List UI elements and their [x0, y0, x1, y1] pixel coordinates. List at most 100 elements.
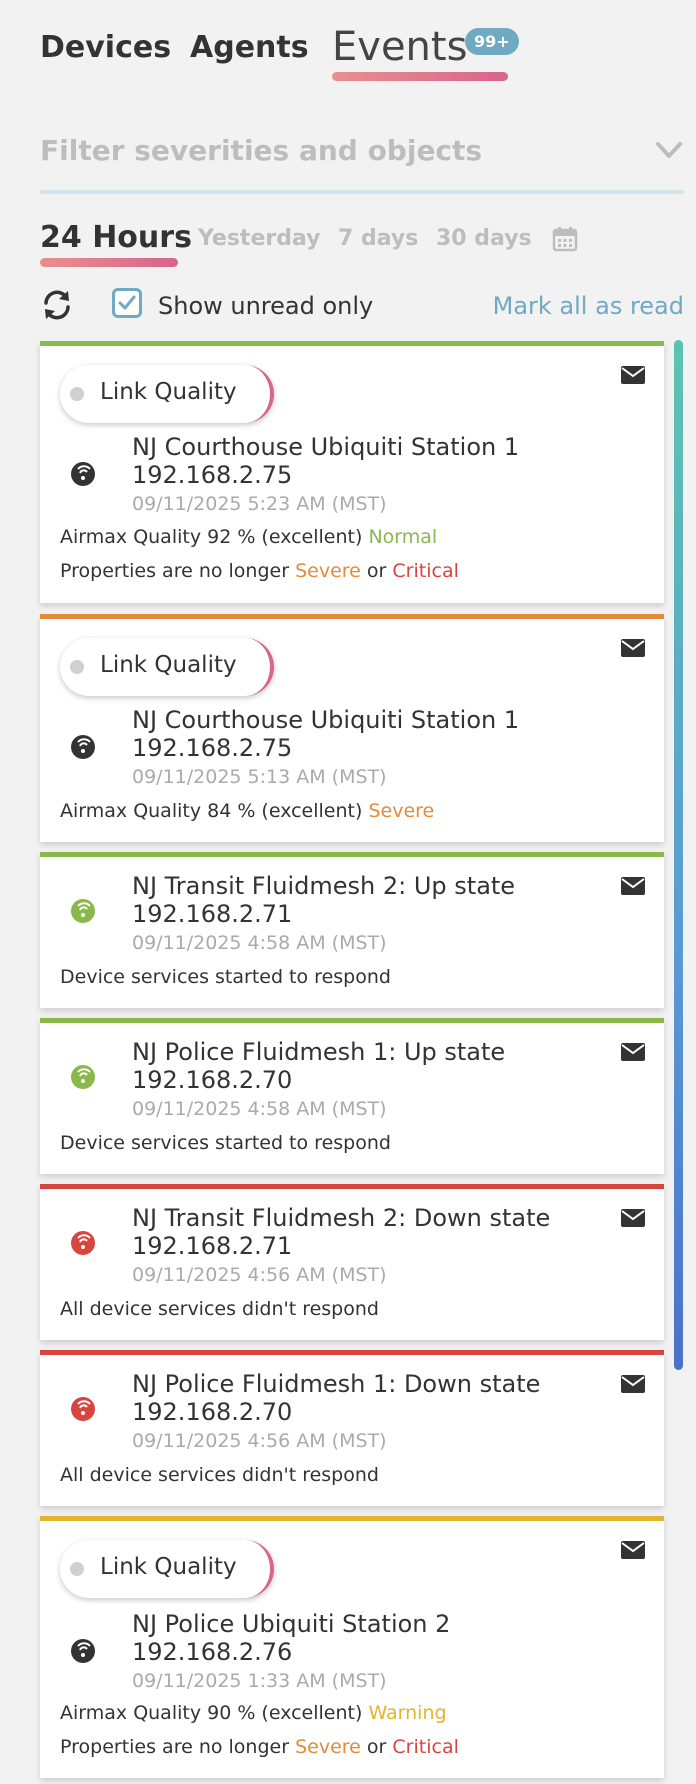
event-card[interactable]: NJ Transit Fluidmesh 2: Up state 192.168… — [40, 852, 664, 1008]
quality-text: Airmax Quality 84 % (excellent) — [60, 800, 363, 822]
range-24-hours[interactable]: 24 Hours — [40, 220, 192, 255]
tab-events[interactable]: Events — [332, 24, 467, 70]
properties-text: Properties are no longer — [60, 560, 290, 582]
status-label: Severe — [368, 800, 435, 822]
event-card[interactable]: NJ Police Fluidmesh 1: Up state 192.168.… — [40, 1018, 664, 1174]
mark-all-read-link[interactable]: Mark all as read — [493, 292, 684, 320]
event-card[interactable]: Link Quality NJ Courthouse Ubiquiti Stat… — [40, 614, 664, 842]
unread-dot — [70, 660, 84, 674]
envelope-icon[interactable] — [620, 1374, 646, 1394]
show-unread-label[interactable]: Show unread only — [158, 292, 373, 320]
event-time: 09/11/2025 5:13 AM (MST) — [132, 766, 387, 788]
event-list-scrollbar[interactable] — [674, 340, 683, 1370]
event-ip: 192.168.2.76 — [132, 1638, 293, 1666]
status-label: Normal — [368, 526, 438, 548]
wireless-device-icon — [71, 462, 95, 486]
event-description: Device services started to respond — [60, 1132, 391, 1154]
envelope-icon[interactable] — [620, 365, 646, 385]
wireless-device-icon — [71, 1065, 95, 1089]
tab-agents[interactable]: Agents — [190, 30, 309, 65]
event-ip: 192.168.2.70 — [132, 1398, 293, 1426]
event-type-pill: Link Quality — [60, 1540, 274, 1598]
envelope-icon[interactable] — [620, 876, 646, 896]
calendar-icon[interactable] — [552, 226, 578, 252]
event-ip: 192.168.2.70 — [132, 1066, 293, 1094]
active-range-indicator — [40, 258, 178, 267]
event-description: Airmax Quality 90 % (excellent) Warning — [60, 1702, 447, 1724]
active-tab-indicator — [332, 72, 508, 81]
event-title: NJ Transit Fluidmesh 2: Up state — [132, 872, 516, 900]
event-type-pill: Link Quality — [60, 638, 274, 696]
show-unread-checkbox[interactable] — [112, 288, 142, 318]
event-card[interactable]: NJ Transit Fluidmesh 2: Down state 192.1… — [40, 1184, 664, 1340]
severity-object-filter[interactable]: Filter severities and objects — [40, 130, 684, 194]
event-title: NJ Police Ubiquiti Station 2 — [132, 1610, 451, 1638]
events-count-badge: 99+ — [465, 28, 519, 55]
envelope-icon[interactable] — [620, 1042, 646, 1062]
quality-text: Airmax Quality 92 % (excellent) — [60, 526, 363, 548]
envelope-icon[interactable] — [620, 1540, 646, 1560]
event-time: 09/11/2025 5:23 AM (MST) — [132, 493, 387, 515]
event-time: 09/11/2025 1:33 AM (MST) — [132, 1670, 387, 1692]
envelope-icon[interactable] — [620, 638, 646, 658]
severe-label: Severe — [295, 560, 361, 582]
event-title: NJ Transit Fluidmesh 2: Down state — [132, 1204, 551, 1232]
critical-label: Critical — [392, 1736, 459, 1758]
tab-devices[interactable]: Devices — [40, 30, 171, 65]
wireless-device-icon — [71, 1231, 95, 1255]
event-ip: 192.168.2.75 — [132, 461, 293, 489]
critical-label: Critical — [392, 560, 459, 582]
event-card[interactable]: NJ Police Fluidmesh 1: Down state 192.16… — [40, 1350, 664, 1506]
range-yesterday[interactable]: Yesterday — [198, 226, 320, 251]
event-description-2: Properties are no longer Severe or Criti… — [60, 1736, 459, 1758]
event-time: 09/11/2025 4:56 AM (MST) — [132, 1430, 387, 1452]
severity-bar-normal — [40, 341, 664, 346]
severity-bar-normal — [40, 1018, 664, 1023]
severity-bar-critical — [40, 1184, 664, 1189]
event-description: Device services started to respond — [60, 966, 391, 988]
event-type-label: Link Quality — [100, 1554, 237, 1580]
quality-text: Airmax Quality 90 % (excellent) — [60, 1702, 363, 1724]
check-icon — [118, 295, 136, 310]
event-title: NJ Police Fluidmesh 1: Up state — [132, 1038, 506, 1066]
or-text: or — [366, 1736, 387, 1758]
severity-bar-severe — [40, 614, 664, 619]
or-text: or — [366, 560, 387, 582]
wireless-device-icon — [71, 899, 95, 923]
event-type-label: Link Quality — [100, 379, 237, 405]
event-ip: 192.168.2.71 — [132, 900, 293, 928]
refresh-icon[interactable] — [40, 288, 74, 322]
event-time: 09/11/2025 4:58 AM (MST) — [132, 1098, 387, 1120]
event-card[interactable]: Link Quality NJ Courthouse Ubiquiti Stat… — [40, 341, 664, 603]
severe-label: Severe — [295, 1736, 361, 1758]
event-title: NJ Courthouse Ubiquiti Station 1 — [132, 706, 520, 734]
event-ip: 192.168.2.75 — [132, 734, 293, 762]
range-30-days[interactable]: 30 days — [436, 226, 532, 251]
chevron-down-icon[interactable] — [654, 138, 684, 162]
range-7-days[interactable]: 7 days — [338, 226, 418, 251]
event-description: All device services didn't respond — [60, 1298, 379, 1320]
event-description: All device services didn't respond — [60, 1464, 379, 1486]
severity-bar-critical — [40, 1350, 664, 1355]
unread-dot — [70, 387, 84, 401]
severity-bar-warning — [40, 1516, 664, 1521]
unread-dot — [70, 1562, 84, 1576]
severity-bar-normal — [40, 852, 664, 857]
event-description: Airmax Quality 84 % (excellent) Severe — [60, 800, 434, 822]
event-card[interactable]: Link Quality NJ Police Ubiquiti Station … — [40, 1516, 664, 1778]
event-controls: Show unread only Mark all as read — [40, 284, 684, 328]
wireless-device-icon — [71, 735, 95, 759]
envelope-icon[interactable] — [620, 1208, 646, 1228]
wireless-device-icon — [71, 1397, 95, 1421]
filter-placeholder: Filter severities and objects — [40, 134, 483, 167]
event-title: NJ Police Fluidmesh 1: Down state — [132, 1370, 541, 1398]
event-time: 09/11/2025 4:56 AM (MST) — [132, 1264, 387, 1286]
event-ip: 192.168.2.71 — [132, 1232, 293, 1260]
event-time: 09/11/2025 4:58 AM (MST) — [132, 932, 387, 954]
wireless-device-icon — [71, 1639, 95, 1663]
nav-tabs: Devices Agents Events 99+ — [40, 20, 680, 100]
properties-text: Properties are no longer — [60, 1736, 290, 1758]
event-type-pill: Link Quality — [60, 365, 274, 423]
status-label: Warning — [368, 1702, 447, 1724]
event-type-label: Link Quality — [100, 652, 237, 678]
